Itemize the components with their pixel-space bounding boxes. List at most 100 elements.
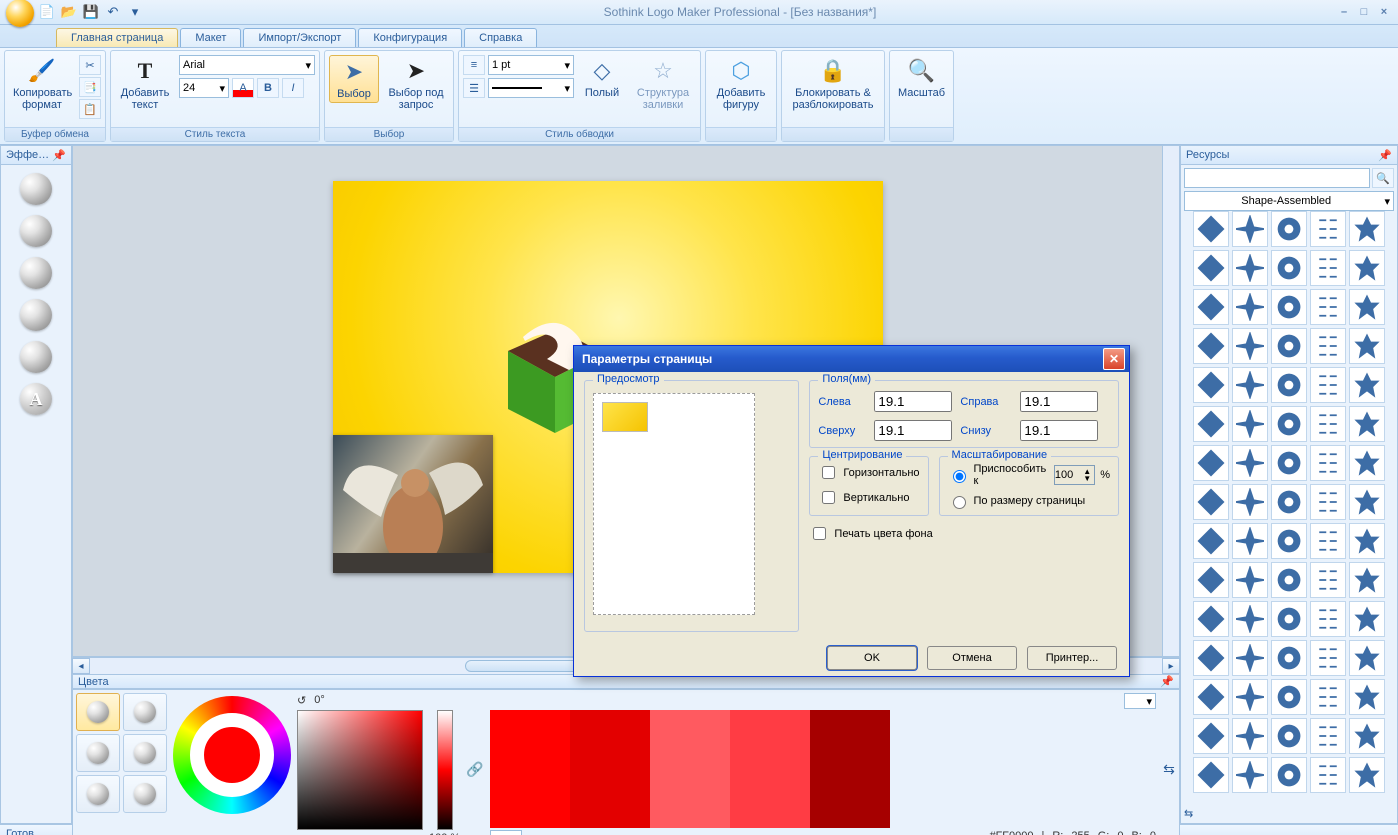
dialog-close-button[interactable]: ✕ — [1103, 348, 1125, 370]
vscrollbar[interactable] — [1162, 146, 1179, 656]
effect-item-5[interactable] — [20, 341, 52, 373]
shape-item[interactable] — [1349, 250, 1385, 286]
shape-item[interactable] — [1349, 718, 1385, 754]
shape-item[interactable] — [1349, 406, 1385, 442]
shape-item[interactable] — [1193, 289, 1229, 325]
shape-item[interactable] — [1310, 367, 1346, 403]
shape-item[interactable] — [1193, 367, 1229, 403]
printer-button[interactable]: Принтер... — [1027, 646, 1117, 670]
shape-item[interactable] — [1271, 601, 1307, 637]
qat-undo[interactable]: ↶ — [104, 3, 122, 21]
color-mode-6[interactable] — [123, 775, 167, 813]
shape-item[interactable] — [1193, 484, 1229, 520]
pin-icon[interactable]: 📌 — [52, 149, 66, 162]
shape-item[interactable] — [1310, 406, 1346, 442]
qat-save[interactable]: 💾 — [82, 3, 100, 21]
shape-item[interactable] — [1232, 757, 1268, 793]
shape-item[interactable] — [1310, 289, 1346, 325]
shape-item[interactable] — [1232, 640, 1268, 676]
shape-item[interactable] — [1193, 757, 1229, 793]
color-mode-1[interactable] — [76, 693, 120, 731]
resource-category-combo[interactable]: Shape-Assembled▾ — [1184, 191, 1394, 211]
shape-item[interactable] — [1271, 367, 1307, 403]
shape-item[interactable] — [1271, 211, 1307, 247]
italic-button[interactable]: I — [282, 78, 304, 98]
color-mode-2[interactable] — [123, 693, 167, 731]
expand-resources-icon[interactable]: ⇆ — [1184, 807, 1193, 820]
shape-item[interactable] — [1271, 406, 1307, 442]
effect-item-1[interactable] — [20, 173, 52, 205]
select-by-query-button[interactable]: ➤ Выбор под запрос — [383, 55, 449, 113]
swatch-menu[interactable]: ▾ — [1124, 693, 1156, 709]
qat-more[interactable]: ▾ — [126, 3, 144, 21]
shape-item[interactable] — [1310, 484, 1346, 520]
font-color-button[interactable]: A — [232, 78, 254, 98]
effect-item-2[interactable] — [20, 215, 52, 247]
shape-item[interactable] — [1310, 640, 1346, 676]
hue-wheel[interactable] — [173, 696, 291, 814]
swatch-5[interactable] — [810, 710, 890, 828]
copy-format-button[interactable]: 🖌️ Копировать формат — [9, 55, 75, 113]
fill-structure-button[interactable]: ☆ Структура заливки — [630, 55, 696, 113]
shape-item[interactable] — [1232, 250, 1268, 286]
shape-item[interactable] — [1349, 367, 1385, 403]
tab-config[interactable]: Конфигурация — [358, 28, 462, 47]
shape-item[interactable] — [1193, 445, 1229, 481]
shape-item[interactable] — [1193, 211, 1229, 247]
qat-open[interactable]: 📂 — [60, 3, 78, 21]
expand-colors-icon[interactable]: ⇆ — [1163, 761, 1175, 778]
shape-item[interactable] — [1271, 718, 1307, 754]
shape-item[interactable] — [1271, 289, 1307, 325]
shape-item[interactable] — [1232, 562, 1268, 598]
shape-item[interactable] — [1349, 757, 1385, 793]
maximize-button[interactable]: □ — [1356, 5, 1372, 19]
swatch-opts[interactable]: ▾ — [490, 830, 522, 835]
fit-to-radio[interactable]: Приспособить к 100▲▼ % — [948, 463, 1110, 487]
color-mode-3[interactable] — [76, 734, 120, 772]
ok-button[interactable]: OK — [827, 646, 917, 670]
font-combo[interactable]: Arial▾ — [179, 55, 315, 75]
shape-item[interactable] — [1271, 640, 1307, 676]
cancel-button[interactable]: Отмена — [927, 646, 1017, 670]
shape-item[interactable] — [1193, 523, 1229, 559]
minimize-button[interactable]: – — [1336, 5, 1352, 19]
color-mode-4[interactable] — [123, 734, 167, 772]
fit-value-spinner[interactable]: 100▲▼ — [1054, 465, 1095, 485]
shape-item[interactable] — [1349, 484, 1385, 520]
margin-left-input[interactable] — [874, 391, 952, 412]
image-angel[interactable] — [333, 435, 493, 573]
shape-item[interactable] — [1271, 562, 1307, 598]
swatch-4[interactable] — [730, 710, 810, 828]
link-icon[interactable]: 🔗 — [466, 761, 483, 778]
color-mode-5[interactable] — [76, 775, 120, 813]
line-style-icon[interactable]: ☰ — [463, 78, 485, 98]
resource-search-input[interactable] — [1184, 168, 1370, 188]
center-horizontal-checkbox[interactable]: Горизонтально — [818, 463, 919, 482]
by-page-radio[interactable]: По размеру страницы — [948, 493, 1110, 509]
qat-new[interactable]: 📄 — [38, 3, 56, 21]
scroll-left[interactable]: ◂ — [72, 658, 90, 674]
app-logo[interactable] — [6, 0, 34, 27]
shape-item[interactable] — [1193, 328, 1229, 364]
shape-item[interactable] — [1310, 328, 1346, 364]
shape-item[interactable] — [1232, 367, 1268, 403]
shape-item[interactable] — [1271, 250, 1307, 286]
shape-item[interactable] — [1232, 289, 1268, 325]
shape-item[interactable] — [1232, 406, 1268, 442]
margin-top-input[interactable] — [874, 420, 952, 441]
line-weight-icon[interactable]: ≡ — [463, 55, 485, 75]
search-button[interactable]: 🔍 — [1372, 168, 1394, 188]
shape-item[interactable] — [1349, 445, 1385, 481]
effect-item-3[interactable] — [20, 257, 52, 289]
shape-item[interactable] — [1193, 718, 1229, 754]
shape-item[interactable] — [1310, 445, 1346, 481]
tab-help[interactable]: Справка — [464, 28, 537, 47]
shape-item[interactable] — [1271, 679, 1307, 715]
shape-item[interactable] — [1271, 328, 1307, 364]
select-button[interactable]: ➤ Выбор — [329, 55, 379, 103]
scroll-right[interactable]: ▸ — [1162, 658, 1180, 674]
shape-item[interactable] — [1232, 211, 1268, 247]
font-size-combo[interactable]: 24▾ — [179, 78, 229, 98]
shape-item[interactable] — [1349, 328, 1385, 364]
line-weight-combo[interactable]: 1 pt▾ — [488, 55, 574, 75]
